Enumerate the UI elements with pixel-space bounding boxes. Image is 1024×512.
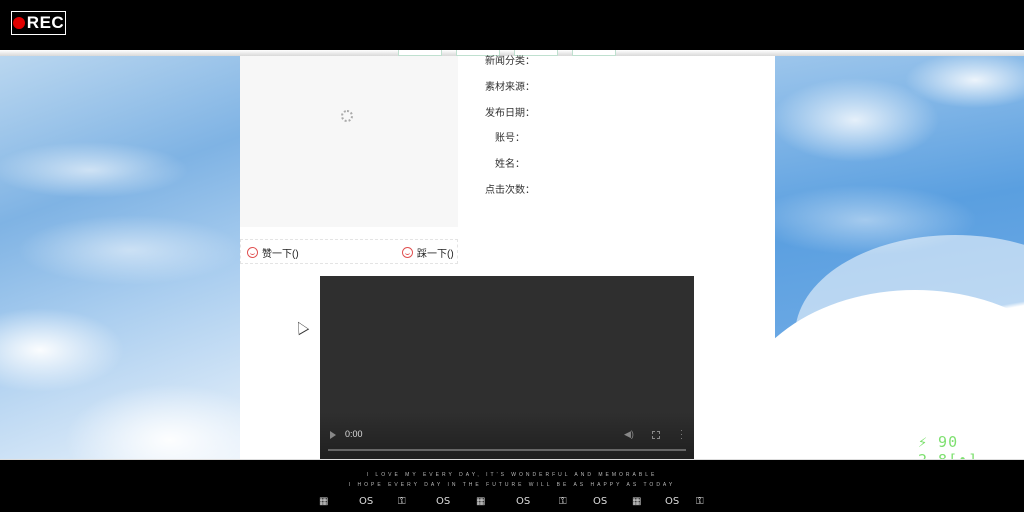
top-letterbox-bar: REC [0,0,1024,50]
dislike-label: 踩一下() [417,249,454,260]
vote-bar: 赞一下() 踩一下() [240,239,458,264]
footer-tagline-2: I HOPE EVERY DAY IN THE FUTURE WILL BE A… [348,482,676,488]
smile-icon [402,247,413,258]
article-image-placeholder [240,56,458,227]
os-icon: OS [436,496,451,507]
os-icon: OS [359,496,374,507]
sky-background-left [0,50,240,460]
key-icon: ⚿ [559,496,567,507]
volume-icon[interactable]: ◀) [624,429,634,440]
more-options-icon[interactable]: · · · [680,426,683,443]
os-icon: OS [593,496,608,507]
smile-icon [247,247,258,258]
video-controls: 0:00 ◀) · · · [320,412,694,460]
record-dot-icon [12,17,25,29]
loading-spinner-icon [341,110,353,122]
cloud-hill-decoration [775,235,1024,460]
info-name-label: 姓名： [495,159,525,170]
rec-label: REC [26,13,65,32]
info-source-label: 素材来源： [485,82,535,93]
info-category-label: 新闻分类： [485,56,535,67]
info-clicks-label: 点击次数： [485,185,535,196]
dislike-button[interactable]: 踩一下() [402,245,454,260]
footer-icon-row: ▦ OS ⚿ OS ▦ OS ⚿ OS ▦ OS ⚿ [314,496,714,510]
film-icon: ▦ [632,496,642,507]
video-player[interactable]: 0:00 ◀) · · · [320,276,694,460]
film-icon: ▦ [476,496,486,507]
video-time: 0:00 [345,429,363,439]
os-icon: OS [516,496,531,507]
key-icon: ⚿ [398,496,406,507]
info-account-label: 账号： [495,133,525,144]
like-label: 赞一下() [262,249,299,260]
os-icon: OS [665,496,680,507]
footer-tagline-1: I LOVE MY EVERY DAY, IT'S WONDERFUL AND … [366,472,658,478]
key-icon: ⚿ [696,496,704,507]
film-icon: ▦ [319,496,329,507]
rec-indicator: REC [11,11,66,35]
video-progress-bar[interactable] [328,449,686,451]
info-date-label: 发布日期： [485,108,535,119]
like-button[interactable]: 赞一下() [247,245,299,260]
fullscreen-icon[interactable] [652,431,660,439]
play-icon[interactable] [330,431,336,439]
